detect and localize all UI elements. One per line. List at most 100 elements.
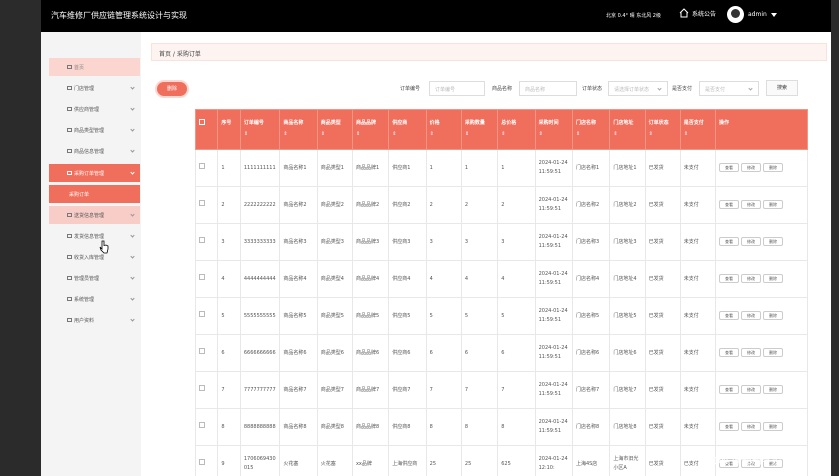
product-name-input[interactable]: 商品名称: [519, 81, 577, 96]
column-header[interactable]: 商品类型 ⇕: [316, 109, 353, 150]
cell-addr: 门店地址8: [609, 408, 646, 446]
edit-button[interactable]: 修改: [741, 163, 762, 172]
paid-select[interactable]: 是否支付: [699, 81, 759, 96]
view-button[interactable]: 查看: [719, 163, 740, 172]
sort-icon[interactable]: ⇕: [684, 131, 712, 137]
sort-icon[interactable]: ⇕: [356, 131, 385, 137]
row-checkbox[interactable]: [199, 422, 205, 428]
column-header[interactable]: 价格 ⇕: [425, 109, 462, 150]
column-header[interactable]: 供应商 ⇕: [388, 109, 427, 150]
delete-button[interactable]: 删除: [763, 422, 784, 431]
sort-icon[interactable]: ⇕: [649, 131, 677, 137]
column-header[interactable]: 总价格 ⇕: [497, 109, 536, 150]
sort-icon[interactable]: ⇕: [465, 131, 494, 137]
cell-name: 商品名称4: [279, 260, 318, 298]
sidebar: 首页 门店管理 供应商管理 商品类型管理 商品信息管理 采购订单管理 采购订单 …: [41, 32, 141, 476]
delete-button[interactable]: 删除: [763, 200, 784, 209]
table-row[interactable]: 3 3333333333 商品名称3 商品类型3 商品品牌3 供应商3 3 3 3 2024-01…: [195, 223, 808, 261]
sort-icon[interactable]: ⇕: [501, 131, 531, 137]
sidebar-item-shipping[interactable]: 发货信息管理: [49, 227, 140, 245]
sidebar-item-system[interactable]: 系统管理: [49, 290, 140, 308]
user-menu[interactable]: admin: [727, 6, 777, 23]
sidebar-item-profile[interactable]: 用户资料: [49, 311, 140, 329]
row-checkbox[interactable]: [199, 385, 205, 391]
row-actions: 查看 修改 删除: [715, 223, 808, 261]
table-row[interactable]: 4 4444444444 商品名称4 商品类型4 商品品牌4 供应商4 4 4 4 2024-01…: [195, 260, 808, 298]
row-checkbox[interactable]: [199, 311, 205, 317]
column-header[interactable]: 是否支付 ⇕: [679, 109, 717, 150]
view-button[interactable]: 查看: [719, 200, 740, 209]
sort-icon[interactable]: ⇕: [613, 131, 641, 137]
select-all-checkbox[interactable]: [199, 119, 205, 125]
column-header[interactable]: 门店地址 ⇕: [609, 109, 646, 150]
column-header[interactable]: 订单编号 ⇕: [239, 109, 281, 150]
sort-icon[interactable]: ⇕: [392, 131, 422, 137]
order-no-input[interactable]: 订单编号: [429, 81, 485, 96]
view-button[interactable]: 查看: [719, 385, 740, 394]
row-checkbox[interactable]: [199, 274, 205, 280]
view-button[interactable]: 查看: [719, 348, 740, 357]
row-checkbox[interactable]: [199, 163, 205, 169]
table-row[interactable]: 8 8888888888 商品名称8 商品类型8 商品品牌8 供应商8 8 8 8 2024-01…: [195, 408, 808, 446]
table-row[interactable]: 1 1111111111 商品名称1 商品类型1 商品品牌1 供应商1 1 1 1 2024-01…: [195, 149, 808, 187]
delete-button[interactable]: 删除: [763, 237, 784, 246]
cell-status: 已发货: [644, 408, 681, 446]
view-button[interactable]: 查看: [719, 274, 740, 283]
table-row[interactable]: 7 7777777777 商品名称7 商品类型7 商品品牌7 供应商7 7 7 7 2024-01…: [195, 371, 808, 409]
view-button[interactable]: 查看: [719, 311, 740, 320]
cell-price: 4: [425, 260, 462, 298]
sort-icon[interactable]: ⇕: [539, 131, 569, 137]
view-button[interactable]: 查看: [719, 422, 740, 431]
column-header[interactable]: 采购时间 ⇕: [534, 109, 573, 150]
column-header[interactable]: 订单状态 ⇕: [644, 109, 681, 150]
chevron-down-icon: [130, 275, 135, 280]
column-header[interactable]: 采购数量 ⇕: [460, 109, 499, 150]
sort-icon[interactable]: ⇕: [321, 131, 349, 137]
column-header[interactable]: 商品名称 ⇕: [279, 109, 318, 150]
column-header[interactable]: 门店名称 ⇕: [571, 109, 611, 150]
sort-icon[interactable]: ⇕: [430, 131, 458, 137]
edit-button[interactable]: 修改: [741, 385, 762, 394]
edit-button[interactable]: 修改: [741, 422, 762, 431]
edit-button[interactable]: 修改: [741, 311, 762, 320]
batch-delete-button[interactable]: 删除: [157, 82, 187, 96]
row-checkbox[interactable]: [199, 459, 205, 465]
delete-button[interactable]: 删除: [763, 274, 784, 283]
sidebar-item-suppliers[interactable]: 供应商管理: [49, 100, 140, 118]
sidebar-item-product-types[interactable]: 商品类型管理: [49, 121, 140, 139]
view-button[interactable]: 查看: [719, 237, 740, 246]
row-checkbox[interactable]: [199, 348, 205, 354]
sort-icon[interactable]: ⇕: [283, 131, 313, 137]
sidebar-item-purchase-orders[interactable]: 采购订单管理: [49, 164, 140, 182]
cell-store: 门店名称1: [571, 149, 611, 187]
sidebar-item-admins[interactable]: 管理员管理: [49, 269, 140, 287]
sidebar-item-delivery[interactable]: 送货信息管理: [49, 206, 140, 224]
row-checkbox[interactable]: [199, 200, 205, 206]
order-status-select[interactable]: 请选择订单状态: [608, 81, 668, 96]
edit-button[interactable]: 修改: [741, 274, 762, 283]
delete-button[interactable]: 删除: [763, 385, 784, 394]
column-header[interactable]: 商品品牌 ⇕: [351, 109, 390, 150]
sidebar-item-stores[interactable]: 门店管理: [49, 79, 140, 97]
delete-button[interactable]: 删除: [763, 311, 784, 320]
system-notice-button[interactable]: 系统公告: [679, 8, 716, 18]
grid-icon: [67, 149, 72, 153]
edit-button[interactable]: 修改: [741, 200, 762, 209]
cell-addr: 上海市旧光小区A: [609, 445, 646, 476]
search-button[interactable]: 搜索: [766, 80, 798, 96]
delete-button[interactable]: 删除: [763, 163, 784, 172]
edit-button[interactable]: 修改: [741, 348, 762, 357]
sidebar-item-products[interactable]: 商品信息管理: [49, 142, 140, 160]
sidebar-subitem-purchase-order[interactable]: 采购订单: [49, 185, 140, 203]
sort-icon[interactable]: ⇕: [244, 131, 277, 137]
sidebar-item-receiving[interactable]: 收货入库管理: [49, 248, 140, 266]
edit-button[interactable]: 修改: [741, 237, 762, 246]
delete-button[interactable]: 删除: [763, 348, 784, 357]
row-checkbox[interactable]: [199, 237, 205, 243]
table-row[interactable]: 5 5555555555 商品名称5 商品类型5 商品品牌5 供应商5 5 5 5 2024-01…: [195, 297, 808, 335]
sidebar-item-home[interactable]: 首页: [49, 58, 140, 76]
table-row[interactable]: 2 2222222222 商品名称2 商品类型2 商品品牌2 供应商2 2 2 2 2024-01…: [195, 186, 808, 224]
table-row[interactable]: 6 6666666666 商品名称6 商品类型6 商品品牌6 供应商6 6 6 6 2024-01…: [195, 334, 808, 372]
order-status-placeholder: 请选择订单状态: [614, 87, 650, 93]
sort-icon[interactable]: ⇕: [576, 131, 606, 137]
